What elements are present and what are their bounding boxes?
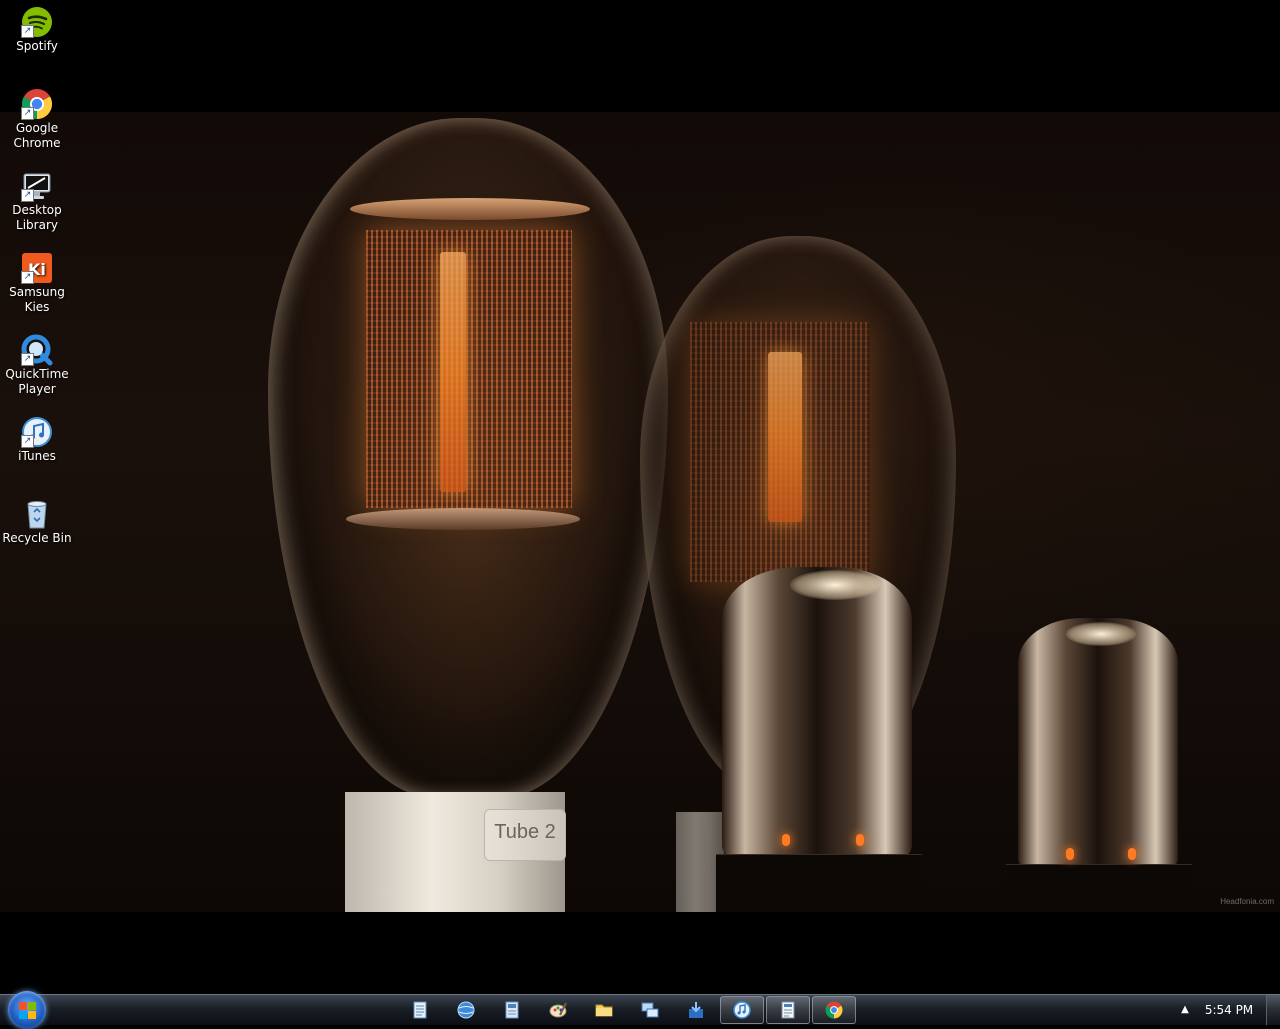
wallpaper: Tube 2 Headfonia.com [0, 112, 1280, 912]
taskbar-item-network[interactable] [628, 996, 672, 1024]
windows-start-icon [19, 1002, 27, 1010]
tube-glow-dot [856, 834, 864, 846]
desktop-icon-spotify[interactable]: ↗ Spotify [2, 6, 72, 54]
shortcut-arrow-icon: ↗ [21, 435, 34, 448]
shortcut-arrow-icon: ↗ [21, 25, 34, 38]
tube-glow-dot [1066, 848, 1074, 860]
windows-start-icon [28, 1002, 36, 1010]
power-tube-center [722, 567, 912, 857]
tube-glow-dot [1128, 848, 1136, 860]
taskbar-item-paint[interactable] [536, 996, 580, 1024]
tube-socket-right [1006, 864, 1192, 912]
tube-top-reflection [1066, 622, 1136, 646]
shortcut-arrow-icon: ↗ [21, 271, 34, 284]
tube-filament [440, 252, 466, 492]
taskbar-item-chrome[interactable] [812, 996, 856, 1024]
desktop-icon-label: Desktop Library [12, 203, 62, 232]
tube-plate-top [350, 198, 590, 220]
document-icon [781, 1001, 795, 1019]
desktop-icon-label: QuickTime Player [5, 367, 69, 396]
taskbar-item-explorer[interactable] [582, 996, 626, 1024]
desktop-icon-label: iTunes [18, 449, 56, 463]
desktop-icon-samsung-kies[interactable]: Ki ↗ Samsung Kies [2, 252, 72, 315]
desktop-icon-recycle-bin[interactable]: Recycle Bin [2, 498, 72, 546]
itunes-icon [733, 1001, 751, 1019]
taskbar-item-itunes[interactable] [720, 996, 764, 1024]
tube-socket-center [716, 854, 922, 912]
power-tube-right [1018, 618, 1178, 868]
taskbar-item-installer[interactable] [674, 996, 718, 1024]
network-icon [641, 1002, 659, 1018]
desktop-icon-quicktime-player[interactable]: ↗ QuickTime Player [2, 334, 72, 397]
tube-filament-medium [768, 352, 802, 522]
desktop-icon-desktop-library[interactable]: ↗ Desktop Library [2, 170, 72, 233]
shortcut-arrow-icon: ↗ [21, 353, 34, 366]
taskbar-item-internet[interactable] [444, 996, 488, 1024]
taskbar-clock[interactable]: 5:54 PM [1200, 995, 1258, 1025]
tube-plate-bottom [346, 508, 580, 530]
folder-icon [595, 1004, 613, 1017]
taskbar-item-document-window[interactable] [766, 996, 810, 1024]
shortcut-arrow-icon: ↗ [21, 107, 34, 120]
notepad-icon [413, 1001, 427, 1019]
shortcut-arrow-icon: ↗ [21, 189, 34, 202]
desktop-icon-label: Spotify [16, 39, 58, 53]
document-icon [505, 1001, 519, 1019]
desktop-icon-itunes[interactable]: ↗ iTunes [2, 416, 72, 464]
paint-icon [549, 1002, 567, 1018]
taskbar-item-notepad[interactable] [398, 996, 442, 1024]
wallpaper-watermark: Headfonia.com [1220, 897, 1274, 906]
desktop[interactable]: Tube 2 Headfonia.com ↗ Spotify ↗ Google … [0, 0, 1280, 994]
taskbar-item-document[interactable] [490, 996, 534, 1024]
globe-icon [457, 1001, 475, 1019]
start-button[interactable] [8, 991, 46, 1029]
tray-expand-chevron-icon[interactable]: ▲ [1176, 995, 1194, 1025]
tube-anode-grid [366, 230, 572, 508]
windows-start-icon [19, 1011, 27, 1019]
desktop-icon-label: Google Chrome [13, 121, 61, 150]
desktop-icon-google-chrome[interactable]: ↗ Google Chrome [2, 88, 72, 151]
taskbar: ▲ 5:54 PM [0, 991, 1280, 1029]
tube-label: Tube 2 [484, 809, 566, 861]
tube-glow-dot [782, 834, 790, 846]
desktop-icon-label: Samsung Kies [9, 285, 65, 314]
show-desktop-button[interactable] [1266, 995, 1280, 1025]
desktop-icon-label: Recycle Bin [2, 531, 72, 545]
chrome-icon [825, 1001, 843, 1019]
tube-top-reflection [790, 570, 880, 600]
recycle-bin-icon [27, 501, 47, 529]
windows-start-icon [28, 1011, 36, 1019]
install-icon [689, 1002, 703, 1018]
